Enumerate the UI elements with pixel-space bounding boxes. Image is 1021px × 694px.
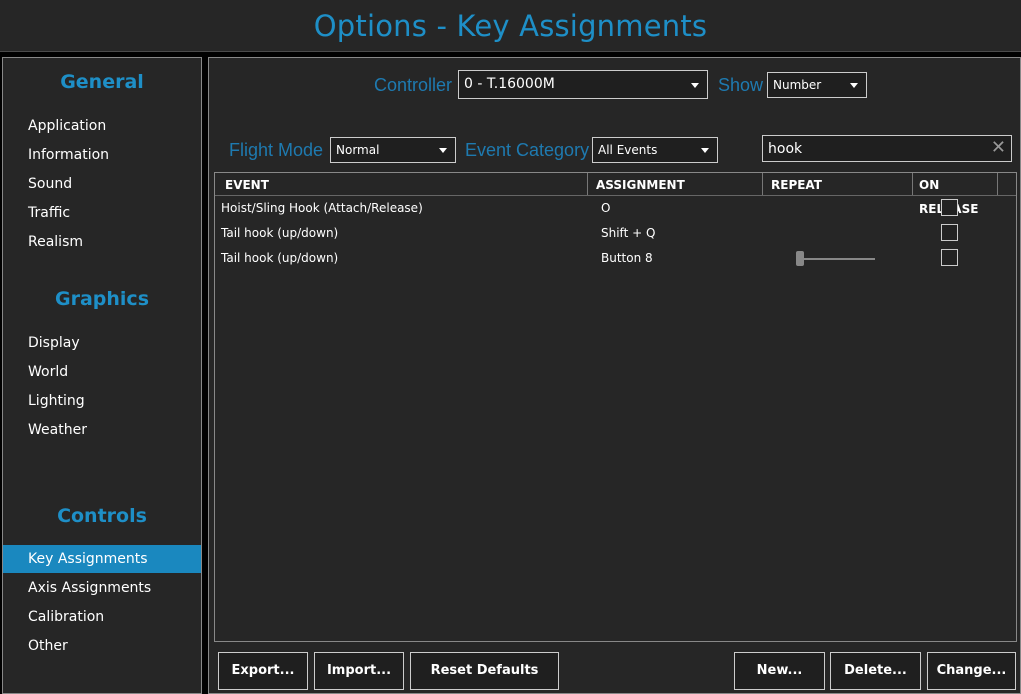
assignment-cell: Shift + Q [601, 226, 656, 240]
window-title: Options - Key Assignments [313, 9, 708, 43]
table-header: EVENT ASSIGNMENT REPEAT ON RELEASE [215, 173, 1016, 216]
sidebar-item-information[interactable]: Information [3, 141, 201, 169]
export-button[interactable]: Export... [218, 652, 308, 690]
table-row[interactable]: Hoist/Sling Hook (Attach/Release) O [215, 196, 1016, 221]
import-button[interactable]: Import... [314, 652, 404, 690]
sidebar-item-weather[interactable]: Weather [3, 416, 201, 444]
sidebar-item-application[interactable]: Application [3, 112, 201, 140]
chevron-down-icon [701, 148, 709, 153]
show-value: Number [773, 78, 822, 92]
sidebar-item-realism[interactable]: Realism [3, 228, 201, 256]
event-cell: Tail hook (up/down) [221, 251, 339, 265]
event-category-select[interactable]: All Events [592, 137, 718, 163]
search-input[interactable] [763, 136, 985, 161]
controller-select[interactable]: 0 - T.16000M [458, 70, 708, 99]
sidebar-item-other[interactable]: Other [3, 632, 201, 660]
on-release-checkbox[interactable] [941, 224, 958, 241]
controller-value: 0 - T.16000M [464, 76, 555, 92]
column-header-repeat[interactable]: REPEAT [763, 173, 913, 195]
section-title-controls: Controls [57, 505, 147, 527]
on-release-checkbox[interactable] [941, 199, 958, 216]
repeat-slider-track[interactable] [800, 258, 875, 260]
event-category-label: Event Category [465, 140, 590, 160]
reset-defaults-button[interactable]: Reset Defaults [410, 652, 559, 690]
change-button[interactable]: Change... [927, 652, 1016, 690]
section-title-general: General [60, 71, 144, 93]
sidebar-item-axis-assignments[interactable]: Axis Assignments [3, 574, 201, 602]
column-header-assignment[interactable]: ASSIGNMENT [588, 173, 763, 195]
key-assignments-table: EVENT ASSIGNMENT REPEAT ON RELEASE Hoist… [214, 172, 1017, 642]
title-bar: Options - Key Assignments [0, 0, 1021, 52]
assignment-cell: Button 8 [601, 251, 653, 265]
flight-mode-value: Normal [336, 143, 380, 157]
search-box: ✕ [762, 135, 1012, 162]
sidebar-item-display[interactable]: Display [3, 329, 201, 357]
new-button[interactable]: New... [734, 652, 825, 690]
section-title-graphics: Graphics [55, 288, 149, 310]
show-label: Show [718, 75, 764, 95]
repeat-slider-handle[interactable] [796, 251, 804, 266]
delete-button[interactable]: Delete... [830, 652, 921, 690]
sidebar-item-world[interactable]: World [3, 358, 201, 386]
main-panel: Controller 0 - T.16000M Show Number Flig… [208, 57, 1021, 694]
flight-mode-label: Flight Mode [229, 140, 324, 160]
column-header-on-release[interactable]: ON RELEASE [913, 173, 998, 216]
on-release-checkbox[interactable] [941, 249, 958, 266]
event-cell: Tail hook (up/down) [221, 226, 339, 240]
show-select[interactable]: Number [767, 72, 867, 98]
assignment-cell: O [601, 201, 611, 215]
chevron-down-icon [439, 148, 447, 153]
chevron-down-icon [691, 82, 699, 88]
flight-mode-select[interactable]: Normal [330, 137, 456, 163]
sidebar-item-traffic[interactable]: Traffic [3, 199, 201, 227]
table-row[interactable]: Tail hook (up/down) Button 8 [215, 246, 1016, 271]
sidebar-item-sound[interactable]: Sound [3, 170, 201, 198]
event-cell: Hoist/Sling Hook (Attach/Release) [221, 201, 423, 215]
sidebar: General Application Information Sound Tr… [2, 57, 202, 694]
sidebar-item-key-assignments[interactable]: Key Assignments [3, 545, 201, 573]
close-icon[interactable]: ✕ [991, 138, 1006, 158]
sidebar-item-calibration[interactable]: Calibration [3, 603, 201, 631]
controller-label: Controller [374, 75, 453, 95]
sidebar-item-lighting[interactable]: Lighting [3, 387, 201, 415]
chevron-down-icon [850, 83, 858, 88]
event-category-value: All Events [598, 143, 658, 157]
table-row[interactable]: Tail hook (up/down) Shift + Q [215, 221, 1016, 246]
column-header-event[interactable]: EVENT [215, 173, 588, 195]
